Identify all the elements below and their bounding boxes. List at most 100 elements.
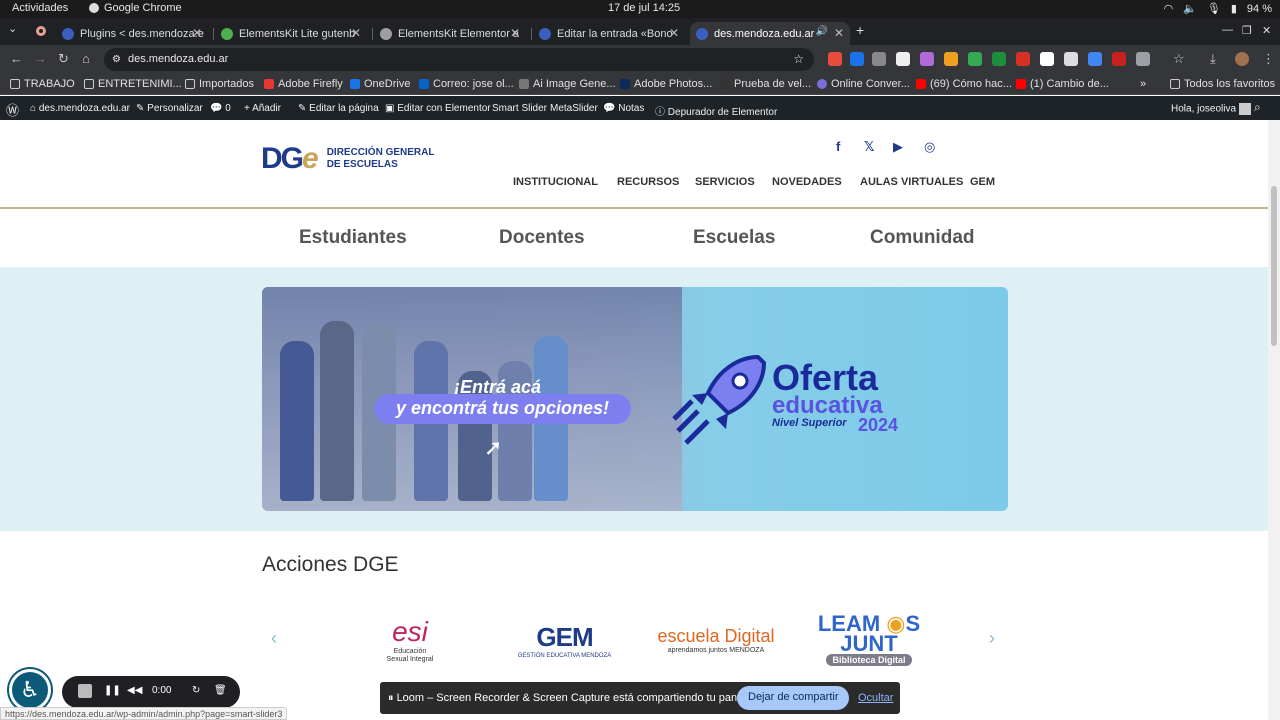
extension-icon[interactable] bbox=[872, 52, 886, 66]
recording-icon[interactable] bbox=[36, 26, 46, 36]
tab-search-icon[interactable]: ⌄ bbox=[8, 22, 17, 35]
facebook-icon[interactable]: f bbox=[836, 139, 840, 154]
extensions-puzzle-icon[interactable] bbox=[1136, 52, 1150, 66]
profile-avatar[interactable] bbox=[1235, 52, 1249, 66]
clock[interactable]: 17 de jul 14:25 bbox=[608, 2, 680, 14]
bookmark-link[interactable]: Online Conver... bbox=[817, 78, 910, 90]
rewind-icon[interactable]: ◀◀ bbox=[127, 685, 142, 696]
menu-icon[interactable]: ⋮ bbox=[1262, 51, 1275, 67]
extension-icon[interactable] bbox=[1112, 52, 1126, 66]
wp-add-new-link[interactable]: + Añadir bbox=[244, 103, 281, 114]
youtube-icon[interactable]: ▶ bbox=[893, 139, 903, 155]
wp-debugger-link[interactable]: ⓘ Depurador de Elementor bbox=[655, 103, 777, 118]
subnav-docentes[interactable]: Docentes bbox=[499, 227, 585, 249]
bookmark-link[interactable]: (69) Cómo hac... bbox=[916, 78, 1012, 90]
nav-institucional[interactable]: INSTITUCIONAL bbox=[513, 176, 598, 188]
gem-logo[interactable]: GEM GESTIÓN EDUCATIVA MENDOZA bbox=[512, 610, 617, 670]
extension-icon[interactable] bbox=[828, 52, 842, 66]
bookmark-link[interactable]: Prueba de vel... bbox=[720, 78, 811, 90]
extension-icon[interactable] bbox=[1016, 52, 1030, 66]
bookmark-link[interactable]: Correo: jose ol... bbox=[419, 78, 514, 90]
stop-sharing-button[interactable]: Dejar de compartir bbox=[737, 686, 850, 710]
bookmark-link[interactable]: OneDrive bbox=[350, 78, 410, 90]
bookmark-folder[interactable]: Importados bbox=[185, 78, 254, 90]
close-icon[interactable]: ✕ bbox=[192, 26, 202, 40]
scrollbar-thumb[interactable] bbox=[1271, 186, 1277, 346]
search-icon[interactable]: ⌕ bbox=[1254, 100, 1261, 115]
accessibility-icon[interactable]: ♿ bbox=[9, 669, 51, 711]
close-icon[interactable]: ✕ bbox=[669, 26, 679, 40]
leamos-juntos-logo[interactable]: LEAM ◉S JUNT Biblioteca Digital bbox=[806, 610, 932, 670]
nav-novedades[interactable]: NOVEDADES bbox=[772, 176, 842, 188]
dge-logo[interactable]: DGe DIRECCIÓN GENERAL DE ESCUELAS bbox=[261, 142, 434, 176]
oferta-educativa-banner[interactable]: ¡Entrá acá y encontrá tus opciones! ➚ Of… bbox=[262, 287, 1008, 511]
tab-editar-entrada[interactable]: Editar la entrada «Bono ✕ bbox=[533, 22, 685, 45]
bookmark-link[interactable]: Ai Image Gene... bbox=[519, 78, 616, 90]
subnav-escuelas[interactable]: Escuelas bbox=[693, 227, 775, 249]
wp-smart-slider-link[interactable]: Smart Slider bbox=[492, 103, 547, 114]
carousel-next-icon[interactable]: › bbox=[989, 628, 995, 649]
restart-icon[interactable]: ↻ bbox=[192, 685, 200, 696]
stop-recording-icon[interactable] bbox=[78, 684, 92, 698]
wp-notes-link[interactable]: 💬 Notas bbox=[603, 103, 644, 114]
extension-icon[interactable] bbox=[920, 52, 934, 66]
all-bookmarks-folder[interactable]: Todos los favoritos bbox=[1170, 78, 1275, 90]
subnav-estudiantes[interactable]: Estudiantes bbox=[299, 227, 407, 249]
wp-metaslider-link[interactable]: MetaSlider bbox=[550, 103, 598, 114]
extension-icon[interactable] bbox=[850, 52, 864, 66]
wp-edit-elementor-link[interactable]: ▣ Editar con Elementor bbox=[385, 103, 491, 114]
close-icon[interactable]: ✕ bbox=[351, 26, 361, 40]
system-tray[interactable]: ◠ 🔈 🎙 ▮ 94 % bbox=[1164, 2, 1272, 16]
bookmark-folder[interactable]: TRABAJO bbox=[10, 78, 75, 90]
wordpress-logo-icon[interactable]: Ⓦ bbox=[6, 100, 19, 119]
extension-icon[interactable] bbox=[1088, 52, 1102, 66]
extension-icon[interactable] bbox=[992, 52, 1006, 66]
x-icon[interactable]: 𝕏 bbox=[864, 139, 874, 155]
page-scrollbar[interactable] bbox=[1268, 120, 1280, 720]
tab-plugins[interactable]: Plugins < des.mendoza.e ✕ bbox=[56, 22, 208, 45]
bookmark-link[interactable]: Adobe Photos... bbox=[620, 78, 712, 90]
more-bookmarks-icon[interactable]: » bbox=[1140, 78, 1146, 90]
bookmark-link[interactable]: (1) Cambio de... bbox=[1016, 78, 1109, 90]
back-button[interactable]: ← bbox=[10, 51, 23, 66]
wp-comments-link[interactable]: 💬 0 bbox=[210, 103, 231, 114]
nav-gem[interactable]: GEM bbox=[970, 176, 995, 188]
address-bar[interactable]: ⚙ des.mendoza.edu.ar ☆ bbox=[104, 48, 814, 71]
delete-icon[interactable]: 🗑 bbox=[214, 685, 227, 696]
tab-des-mendoza-active[interactable]: des.mendoza.edu.ar 🔊 ✕ bbox=[690, 22, 850, 45]
esi-logo[interactable]: esi Educación Sexual Integral bbox=[360, 610, 460, 670]
nav-aulas-virtuales[interactable]: AULAS VIRTUALES bbox=[860, 176, 963, 188]
forward-button[interactable]: → bbox=[34, 51, 47, 66]
wp-edit-page-link[interactable]: ✎ Editar la página bbox=[298, 103, 379, 114]
home-button[interactable]: ⌂ bbox=[82, 51, 90, 66]
escuela-digital-logo[interactable]: escuela Digital aprendamos juntos MENDOZ… bbox=[646, 610, 786, 670]
subnav-comunidad[interactable]: Comunidad bbox=[870, 227, 975, 249]
carousel-prev-icon[interactable]: ‹ bbox=[271, 628, 277, 649]
bookmark-link[interactable]: Adobe Firefly bbox=[264, 78, 343, 90]
bookmark-star-icon[interactable]: ☆ bbox=[793, 48, 804, 71]
close-window-button[interactable]: ✕ bbox=[1262, 24, 1271, 37]
tab-elementskit-elementor[interactable]: ElementsKit Elementor a ✕ bbox=[374, 22, 526, 45]
extension-icon[interactable] bbox=[944, 52, 958, 66]
pause-icon[interactable]: ❚❚ bbox=[104, 685, 121, 696]
extension-icon[interactable] bbox=[1040, 52, 1054, 66]
site-info-icon[interactable]: ⚙ bbox=[112, 48, 121, 71]
download-icon[interactable]: ⤓ bbox=[1210, 51, 1216, 67]
instagram-icon[interactable]: ◎ bbox=[924, 139, 935, 155]
close-icon[interactable]: ✕ bbox=[510, 26, 520, 40]
wp-user-greeting[interactable]: Hola, joseoliva bbox=[1171, 103, 1251, 115]
app-menu[interactable]: Google Chrome bbox=[89, 2, 182, 14]
extension-icon[interactable] bbox=[968, 52, 982, 66]
close-icon[interactable]: ✕ bbox=[834, 26, 844, 40]
extension-icon[interactable] bbox=[896, 52, 910, 66]
audio-icon[interactable]: 🔊 bbox=[816, 26, 828, 37]
reload-button[interactable]: ↻ bbox=[58, 51, 69, 67]
minimize-button[interactable]: — bbox=[1222, 24, 1233, 36]
nav-recursos[interactable]: RECURSOS bbox=[617, 176, 679, 188]
wp-customize-link[interactable]: ✎ Personalizar bbox=[136, 103, 203, 114]
activities-button[interactable]: Actividades bbox=[12, 2, 68, 14]
tab-elementskit-lite[interactable]: ElementsKit Lite gutenb ✕ bbox=[215, 22, 367, 45]
bookmark-folder[interactable]: ENTRETENIMI... bbox=[84, 78, 182, 90]
wp-site-link[interactable]: ⌂ des.mendoza.edu.ar bbox=[30, 103, 130, 114]
maximize-button[interactable]: ❐ bbox=[1242, 24, 1252, 37]
